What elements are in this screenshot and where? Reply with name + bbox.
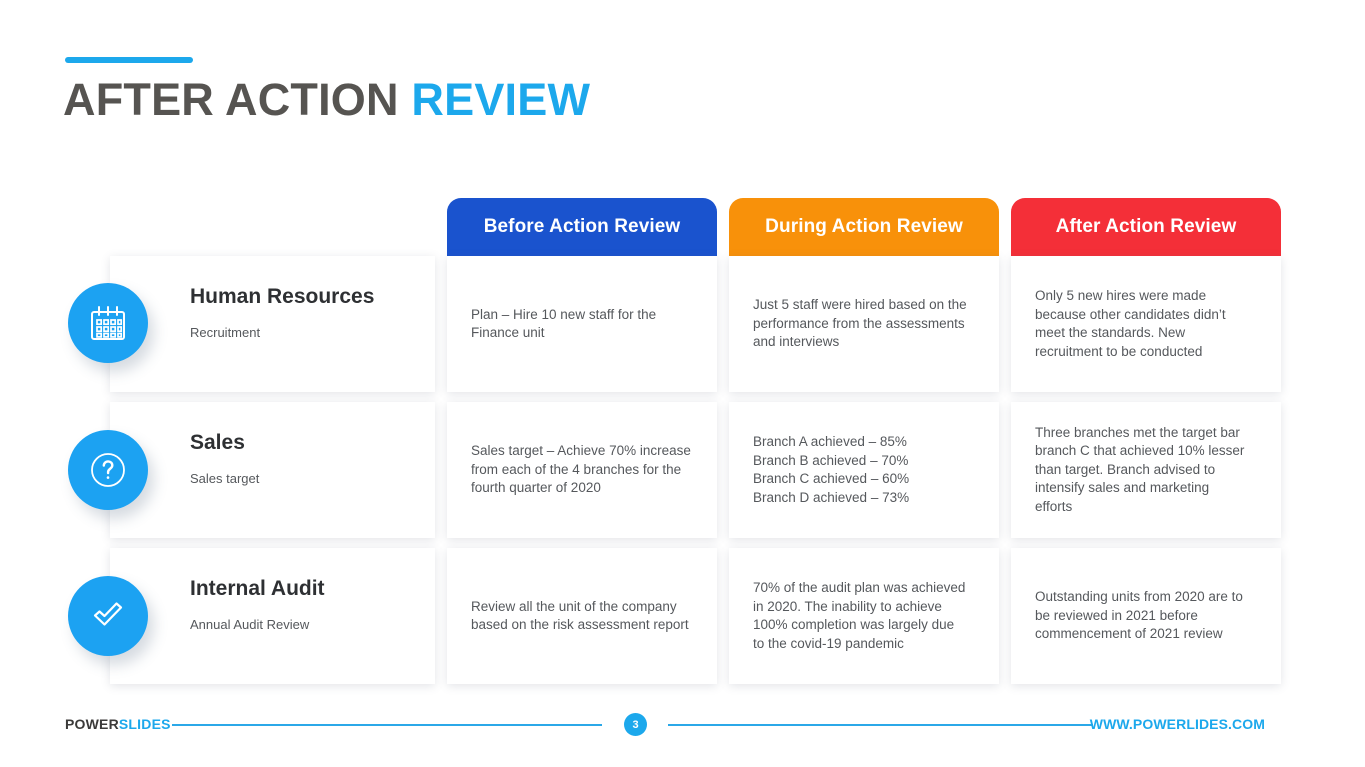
cell-line: 70% of the audit plan was achieved xyxy=(753,580,966,595)
cell-line: Plan – Hire 10 new staff for the xyxy=(471,306,657,322)
cell-during-row1-text: Just 5 staff were hired based on the perf… xyxy=(729,256,999,392)
cell-during-row1: Just 5 staff were hired based on the perf… xyxy=(729,256,999,392)
cell-before-row3-text: Review all the unit of the company based … xyxy=(447,548,717,684)
cell-line: Just 5 staff were hired based on the xyxy=(753,297,967,313)
cell-line: commencement of 2021 review xyxy=(1035,626,1223,642)
cell-during-row2: Branch A achieved – 85% Branch B achieved… xyxy=(729,402,999,538)
page-title-main: AFTER ACTION xyxy=(63,74,412,125)
cell-before-row2: Sales target – Achieve 70% increase from … xyxy=(447,402,717,538)
cell-after-row1: Only 5 new hires were made because other … xyxy=(1011,256,1281,392)
cell-line: performance from the assessments xyxy=(753,315,965,331)
cell-line: Review all the unit of the company xyxy=(471,598,677,614)
cell-line: Branch C achieved – 60% xyxy=(753,471,910,486)
cell-during-row2-text: Branch A achieved – 85% Branch B achieved… xyxy=(729,402,999,538)
tab-after-action-review[interactable]: After Action Review xyxy=(1011,198,1281,256)
cell-line: efforts xyxy=(1035,498,1073,514)
cell-after-row2: Three branches met the target bar branch … xyxy=(1011,402,1281,538)
logo-slides: SLIDES xyxy=(118,716,171,732)
row-label-card: Human Resources Recruitment xyxy=(110,256,435,392)
tab-after-action-review-label: After Action Review xyxy=(1055,216,1237,237)
cell-line: than target. Branch advised to xyxy=(1035,461,1216,477)
cell-during-row3-text: 70% of the audit plan was achieved in 202… xyxy=(729,548,999,684)
cell-during-row3: 70% of the audit plan was achieved in 202… xyxy=(729,548,999,684)
cell-line: from each of the 4 branches for the xyxy=(471,461,682,477)
check-mark-icon xyxy=(68,576,148,656)
cell-line: Branch A achieved – 85% xyxy=(753,434,907,449)
page-number-badge: 3 xyxy=(624,713,647,736)
cell-line: Branch D achieved – 73% xyxy=(753,489,910,505)
question-mark-icon xyxy=(68,430,148,510)
cell-line: be reviewed in 2021 before xyxy=(1035,607,1198,623)
cell-line: because other candidates didn’t xyxy=(1035,306,1226,322)
tab-during-action-review[interactable]: During Action Review xyxy=(729,198,999,256)
logo-power: POWER xyxy=(65,716,119,732)
cell-line: fourth quarter of 2020 xyxy=(471,480,601,496)
page-title-accent: REVIEW xyxy=(411,74,591,125)
slide: AFTER ACTION REVIEW Before Action Review… xyxy=(0,0,1365,767)
row-label-card: Internal Audit Annual Audit Review xyxy=(110,548,435,684)
row-subtitle: Sales target xyxy=(190,471,260,486)
row-subtitle: Annual Audit Review xyxy=(190,617,310,632)
cell-before-row2-text: Sales target – Achieve 70% increase from … xyxy=(447,402,717,538)
cell-after-row3: Outstanding units from 2020 are to be rev… xyxy=(1011,548,1281,684)
powerslides-logo: POWERSLIDES xyxy=(65,716,171,732)
cell-line: Outstanding units from 2020 are to xyxy=(1035,589,1243,605)
title-accent-rule xyxy=(65,57,193,63)
row-title: Internal Audit xyxy=(190,577,325,600)
cell-line: and interviews xyxy=(753,334,840,350)
row-label-text: Human Resources Recruitment xyxy=(110,256,374,341)
cell-before-row3: Review all the unit of the company based … xyxy=(447,548,717,684)
cell-line: branch C that achieved 10% lesser xyxy=(1035,443,1245,459)
cell-after-row2-text: Three branches met the target bar branch … xyxy=(1011,402,1281,538)
cell-line: meet the standards. New xyxy=(1035,325,1186,340)
row-subtitle: Recruitment xyxy=(190,325,261,340)
footer-divider-right xyxy=(668,724,1093,726)
page-title: AFTER ACTION REVIEW xyxy=(63,72,590,128)
tab-during-action-review-label: During Action Review xyxy=(765,216,963,237)
cell-line: in 2020. The inability to achieve xyxy=(753,598,942,614)
cell-line: intensify sales and marketing xyxy=(1035,480,1210,496)
row-title: Human Resources xyxy=(190,285,375,308)
row-label-card: Sales Sales target xyxy=(110,402,435,538)
cell-line: to the covid-19 pandemic xyxy=(753,635,904,651)
calendar-icon xyxy=(68,283,148,363)
cell-before-row1-text: Plan – Hire 10 new staff for the Finance … xyxy=(447,256,717,392)
cell-before-row1: Plan – Hire 10 new staff for the Finance … xyxy=(447,256,717,392)
cell-line: Finance unit xyxy=(471,325,545,340)
footer-url: WWW.POWERLIDES.COM xyxy=(1089,716,1265,732)
cell-line: recruitment to be conducted xyxy=(1035,343,1203,359)
cell-line: based on the risk assessment report xyxy=(471,617,689,632)
footer-divider-left xyxy=(172,724,602,726)
cell-line: 100% completion was largely due xyxy=(753,617,955,632)
cell-line: Three branches met the target bar xyxy=(1035,424,1240,440)
cell-after-row3-text: Outstanding units from 2020 are to be rev… xyxy=(1011,548,1281,684)
tab-before-action-review-label: Before Action Review xyxy=(483,216,681,237)
cell-line: Branch B achieved – 70% xyxy=(753,452,909,468)
cell-line: Only 5 new hires were made xyxy=(1035,288,1207,303)
row-title: Sales xyxy=(190,431,245,454)
cell-line: Sales target – Achieve 70% increase xyxy=(471,443,691,459)
tab-before-action-review[interactable]: Before Action Review xyxy=(447,198,717,256)
cell-after-row1-text: Only 5 new hires were made because other … xyxy=(1011,256,1281,392)
